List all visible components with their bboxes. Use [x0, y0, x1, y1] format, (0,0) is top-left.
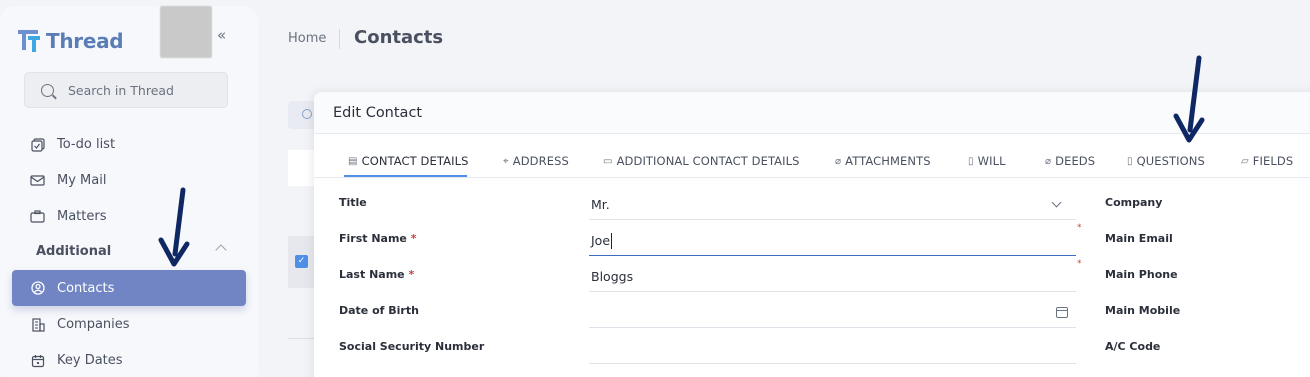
calendar-icon — [30, 354, 45, 368]
tab-label: DEEDS — [1055, 154, 1096, 168]
main-email-label: Main Email — [1105, 232, 1173, 245]
ssn-label: Social Security Number — [339, 340, 485, 353]
tab-bar: ▤ CONTACT DETAILS ⌖ ADDRESS ▭ ADDITIONAL… — [314, 144, 1310, 178]
title-select[interactable]: Mr. — [589, 190, 1076, 220]
tab-label: ADDRESS — [512, 154, 569, 168]
sidebar-item-label: Contacts — [57, 280, 115, 296]
last-name-label: Last Name * — [339, 268, 415, 281]
edit-contact-modal: Edit Contact ▤ CONTACT DETAILS ⌖ ADDRESS… — [314, 92, 1310, 377]
first-name-label: First Name * — [339, 232, 417, 245]
first-name-value: Joe — [591, 233, 611, 248]
tab-additional-contact-details[interactable]: ▭ ADDITIONAL CONTACT DETAILS — [603, 144, 800, 178]
todo-icon — [30, 137, 45, 152]
chevron-up-icon[interactable] — [215, 244, 227, 256]
calendar-icon[interactable] — [1056, 307, 1068, 318]
avatar[interactable] — [160, 6, 212, 58]
app-logo[interactable]: Thread — [18, 28, 124, 54]
question-file-icon: ▯ — [1127, 155, 1133, 167]
sidebar-section-additional[interactable]: Additional — [36, 244, 111, 259]
paperclip-icon: ⌀ — [835, 155, 842, 167]
sidebar-item-key-dates[interactable]: Key Dates — [30, 353, 123, 368]
sidebar-item-mail[interactable]: My Mail — [30, 173, 106, 188]
tab-questions[interactable]: ▯ QUESTIONS — [1127, 144, 1205, 178]
sidebar-item-label: To-do list — [57, 137, 116, 152]
ssn-field[interactable] — [589, 334, 1076, 364]
annotation-arrow-icon — [158, 187, 190, 267]
app-name: Thread — [46, 29, 124, 53]
briefcase-icon — [30, 210, 45, 224]
sidebar-item-label: Key Dates — [57, 353, 123, 368]
company-label: Company — [1105, 196, 1163, 209]
page-title: Contacts — [354, 27, 444, 48]
paperclip-icon: ⌀ — [1045, 155, 1052, 167]
mail-icon — [30, 174, 45, 188]
required-marker: * — [410, 232, 417, 245]
modal-header: Edit Contact — [314, 92, 1310, 134]
text-cursor — [611, 232, 613, 249]
sidebar-item-label: Companies — [57, 317, 130, 332]
first-name-field[interactable]: Joe — [589, 226, 1076, 256]
main-mobile-label: Main Mobile — [1105, 304, 1181, 317]
tab-label: ATTACHMENTS — [845, 154, 931, 168]
search-icon — [41, 83, 54, 97]
contact-icon — [30, 281, 45, 295]
tab-will[interactable]: ▯ WILL — [968, 144, 1006, 178]
dob-label: Date of Birth — [339, 304, 419, 317]
dob-field[interactable] — [589, 298, 1076, 328]
tab-address[interactable]: ⌖ ADDRESS — [503, 144, 569, 178]
sidebar-item-contacts[interactable]: Contacts — [12, 270, 246, 306]
tab-label: WILL — [977, 154, 1006, 168]
sidebar-item-label: My Mail — [57, 173, 107, 188]
breadcrumb-home[interactable]: Home — [288, 31, 326, 46]
last-name-value: Bloggs — [591, 269, 634, 284]
search-icon — [302, 109, 312, 119]
annotation-arrow-icon — [1173, 55, 1205, 143]
tab-fields[interactable]: ▱ FIELDS — [1241, 144, 1293, 178]
tab-attachments[interactable]: ⌀ ATTACHMENTS — [835, 144, 931, 178]
main-phone-label: Main Phone — [1105, 268, 1178, 281]
ac-code-label: A/C Code — [1105, 340, 1161, 353]
location-icon: ⌖ — [503, 155, 509, 167]
tab-label: CONTACT DETAILS — [361, 154, 469, 168]
sidebar-search[interactable]: Search in Thread — [24, 72, 228, 108]
active-tab-indicator — [344, 175, 467, 177]
id-card-icon: ▭ — [603, 155, 613, 167]
tab-label: FIELDS — [1252, 154, 1294, 168]
collapse-sidebar-icon[interactable]: « — [217, 26, 226, 44]
row-checkbox[interactable]: ✓ — [295, 255, 308, 268]
chevron-down-icon[interactable] — [1051, 197, 1062, 208]
required-marker: * — [408, 268, 415, 281]
tab-label: ADDITIONAL CONTACT DETAILS — [616, 154, 800, 168]
tab-deeds[interactable]: ⌀ DEEDS — [1045, 144, 1095, 178]
last-name-field[interactable]: Bloggs — [589, 262, 1076, 292]
file-icon: ▯ — [968, 155, 974, 167]
sidebar-item-matters[interactable]: Matters — [30, 209, 107, 224]
sidebar-item-todo[interactable]: To-do list — [30, 137, 115, 152]
sidebar-item-label: Matters — [57, 209, 107, 224]
comment-icon: ▱ — [1241, 155, 1249, 167]
building-icon — [30, 317, 45, 332]
sidebar-item-companies[interactable]: Companies — [30, 317, 130, 332]
required-marker: * — [1077, 223, 1082, 233]
search-input[interactable]: Search in Thread — [68, 83, 174, 98]
breadcrumb-divider — [339, 29, 340, 49]
tab-label: QUESTIONS — [1136, 154, 1205, 168]
modal-title: Edit Contact — [333, 104, 423, 121]
required-marker: * — [1077, 259, 1082, 269]
sidebar: Thread « Search in Thread To-do list My … — [0, 6, 258, 377]
document-icon: ▤ — [348, 155, 358, 167]
title-label: Title — [339, 196, 367, 209]
thread-logo-icon — [18, 30, 40, 52]
tab-contact-details[interactable]: ▤ CONTACT DETAILS — [348, 144, 468, 178]
title-value: Mr. — [591, 197, 610, 212]
